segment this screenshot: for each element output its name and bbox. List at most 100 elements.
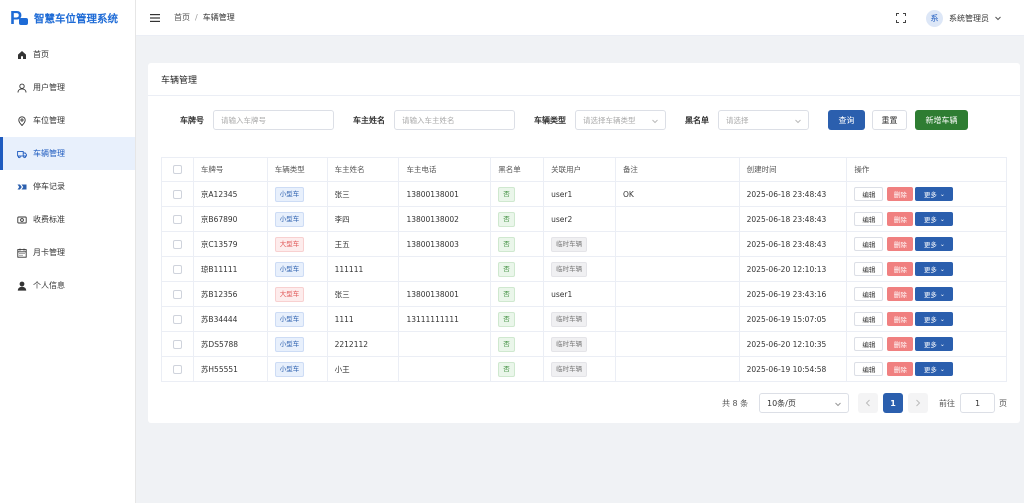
temp-vehicle-tag: 临时车辆 xyxy=(551,311,588,327)
filter-bar: 车牌号 请输入车牌号 车主姓名 请输入车主姓名 车辆类型 请选择车辆类型 黑名单… xyxy=(148,110,1020,130)
type-cell: 小型车 xyxy=(268,332,328,356)
blacklist-filter-select[interactable]: 请选择 xyxy=(718,110,809,130)
delete-button[interactable]: 删除 xyxy=(887,362,914,376)
blacklist-tag: 否 xyxy=(498,261,515,277)
edit-button[interactable]: 编辑 xyxy=(854,237,884,251)
column-header: 操作 xyxy=(854,165,870,174)
delete-button[interactable]: 删除 xyxy=(887,337,914,351)
row-checkbox[interactable] xyxy=(172,289,182,299)
add-vehicle-button[interactable]: 新增车辆 xyxy=(915,110,968,130)
blacklist-tag: 否 xyxy=(498,236,515,252)
more-button[interactable]: 更多 ⌄ xyxy=(915,187,954,201)
delete-button[interactable]: 删除 xyxy=(887,262,914,276)
remark-cell xyxy=(616,207,740,231)
user-name[interactable]: 系统管理员 xyxy=(949,13,989,24)
delete-button[interactable]: 删除 xyxy=(887,312,914,326)
actions-cell: 编辑 删除 更多 ⌄ xyxy=(847,182,1006,206)
pagination: 共 8 条 10条/页 1 前往 1 页 xyxy=(148,393,1020,413)
row-checkbox[interactable] xyxy=(172,214,182,224)
table-row[interactable]: 苏H55551 小型车 小王 否 临时车辆 2025-06-19 10:54:58 编辑 删除… xyxy=(162,357,1006,382)
sidebar-item-label: 车辆管理 xyxy=(33,149,65,158)
sidebar-item-5[interactable]: 收费标准 xyxy=(0,203,135,236)
actions-cell: 编辑 删除 更多 ⌄ xyxy=(847,357,1006,381)
blacklist-cell: 否 xyxy=(491,332,545,356)
menu-toggle-icon[interactable] xyxy=(150,13,160,23)
phone-cell: 13800138003 xyxy=(399,232,492,256)
edit-button[interactable]: 编辑 xyxy=(854,312,884,326)
table-row[interactable]: 京B67890 小型车 李四 13800138002 否 user2 2025-06-18 … xyxy=(162,207,1006,232)
fullscreen-icon[interactable] xyxy=(896,13,906,23)
type-cell: 大型车 xyxy=(268,232,328,256)
phone-cell xyxy=(399,257,492,281)
select-all-checkbox[interactable] xyxy=(172,165,182,174)
chevron-right-icon xyxy=(916,399,921,407)
row-checkbox[interactable] xyxy=(172,264,182,274)
page-1-button[interactable]: 1 xyxy=(883,393,903,413)
table-row[interactable]: 琼B11111 小型车 111111 否 临时车辆 2025-06-20 12:10:13… xyxy=(162,257,1006,282)
query-button[interactable]: 查询 xyxy=(828,110,865,130)
edit-button[interactable]: 编辑 xyxy=(854,212,884,226)
vehicle-management-card: 车辆管理 车牌号 请输入车牌号 车主姓名 请输入车主姓名 车辆类型 请选择车辆类… xyxy=(148,63,1020,423)
table-row[interactable]: 京C13579 大型车 王五 13800138003 否 临时车辆 2025-06-18 2… xyxy=(162,232,1006,257)
parking-logo-icon: P xyxy=(10,8,28,28)
delete-button[interactable]: 删除 xyxy=(887,287,914,301)
parking-record-icon xyxy=(17,182,27,192)
next-page-button[interactable] xyxy=(908,393,928,413)
row-checkbox[interactable] xyxy=(172,189,182,199)
edit-button[interactable]: 编辑 xyxy=(854,262,884,276)
type-filter-label: 车辆类型 xyxy=(534,116,566,125)
sidebar-item-1[interactable]: 用户管理 xyxy=(0,71,135,104)
goto-page-input[interactable]: 1 xyxy=(960,393,995,413)
edit-button[interactable]: 编辑 xyxy=(854,337,884,351)
created-time-cell: 2025-06-20 12:10:13 xyxy=(740,257,848,281)
delete-button[interactable]: 删除 xyxy=(887,237,914,251)
sidebar-item-6[interactable]: 月卡管理 xyxy=(0,236,135,269)
owner-filter-input[interactable]: 请输入车主姓名 xyxy=(394,110,515,130)
edit-button[interactable]: 编辑 xyxy=(854,287,884,301)
sidebar-item-3[interactable]: 车辆管理 xyxy=(0,137,135,170)
row-checkbox[interactable] xyxy=(172,364,182,374)
more-button[interactable]: 更多 ⌄ xyxy=(915,287,954,301)
more-button[interactable]: 更多 ⌄ xyxy=(915,312,954,326)
more-button[interactable]: 更多 ⌄ xyxy=(915,212,954,226)
table-row[interactable]: 京A12345 小型车 张三 13800138001 否 user1 OK 2025-06-1… xyxy=(162,182,1006,207)
app-logo[interactable]: P 智慧车位管理系统 xyxy=(0,0,135,36)
row-checkbox[interactable] xyxy=(172,239,182,249)
plate-filter-label: 车牌号 xyxy=(180,116,204,125)
owner-cell: 111111 xyxy=(328,257,400,281)
type-cell: 小型车 xyxy=(268,207,328,231)
more-button[interactable]: 更多 ⌄ xyxy=(915,362,954,376)
avatar[interactable]: 系 xyxy=(926,9,943,27)
delete-button[interactable]: 删除 xyxy=(887,187,914,201)
created-time-cell: 2025-06-18 23:48:43 xyxy=(740,182,848,206)
table-row[interactable]: 苏DS5788 小型车 2212112 否 临时车辆 2025-06-20 12:10:3… xyxy=(162,332,1006,357)
edit-button[interactable]: 编辑 xyxy=(854,187,884,201)
column-header: 车牌号 xyxy=(194,158,268,181)
more-button[interactable]: 更多 ⌄ xyxy=(915,337,954,351)
chevron-down-icon[interactable] xyxy=(994,14,1002,22)
more-button[interactable]: 更多 ⌄ xyxy=(915,262,954,276)
row-select-cell xyxy=(162,182,194,206)
type-filter-select[interactable]: 请选择车辆类型 xyxy=(575,110,666,130)
sidebar-item-4[interactable]: 停车记录 xyxy=(0,170,135,203)
table-row[interactable]: 苏B12356 大型车 张三 13800138001 否 user1 2025-06-19 … xyxy=(162,282,1006,307)
row-select-cell xyxy=(162,207,194,231)
row-checkbox[interactable] xyxy=(172,339,182,349)
more-label: 更多 xyxy=(923,216,937,224)
vehicle-type-tag: 小型车 xyxy=(274,336,305,352)
owner-cell: 1111 xyxy=(328,307,400,331)
sidebar-item-2[interactable]: 车位管理 xyxy=(0,104,135,137)
more-button[interactable]: 更多 ⌄ xyxy=(915,237,954,251)
edit-button[interactable]: 编辑 xyxy=(854,362,884,376)
plate-filter-input[interactable]: 请输入车牌号 xyxy=(213,110,334,130)
prev-page-button[interactable] xyxy=(858,393,878,413)
sidebar-item-7[interactable]: 个人信息 xyxy=(0,269,135,302)
breadcrumb-home[interactable]: 首页 xyxy=(174,12,190,23)
blacklist-cell: 否 xyxy=(491,182,545,206)
row-checkbox[interactable] xyxy=(172,314,182,324)
sidebar-item-0[interactable]: 首页 xyxy=(0,38,135,71)
reset-button[interactable]: 重置 xyxy=(872,110,907,130)
page-size-select[interactable]: 10条/页 xyxy=(759,393,849,413)
table-row[interactable]: 苏B34444 小型车 1111 13111111111 否 临时车辆 2025-06-19… xyxy=(162,307,1006,332)
delete-button[interactable]: 删除 xyxy=(887,212,914,226)
